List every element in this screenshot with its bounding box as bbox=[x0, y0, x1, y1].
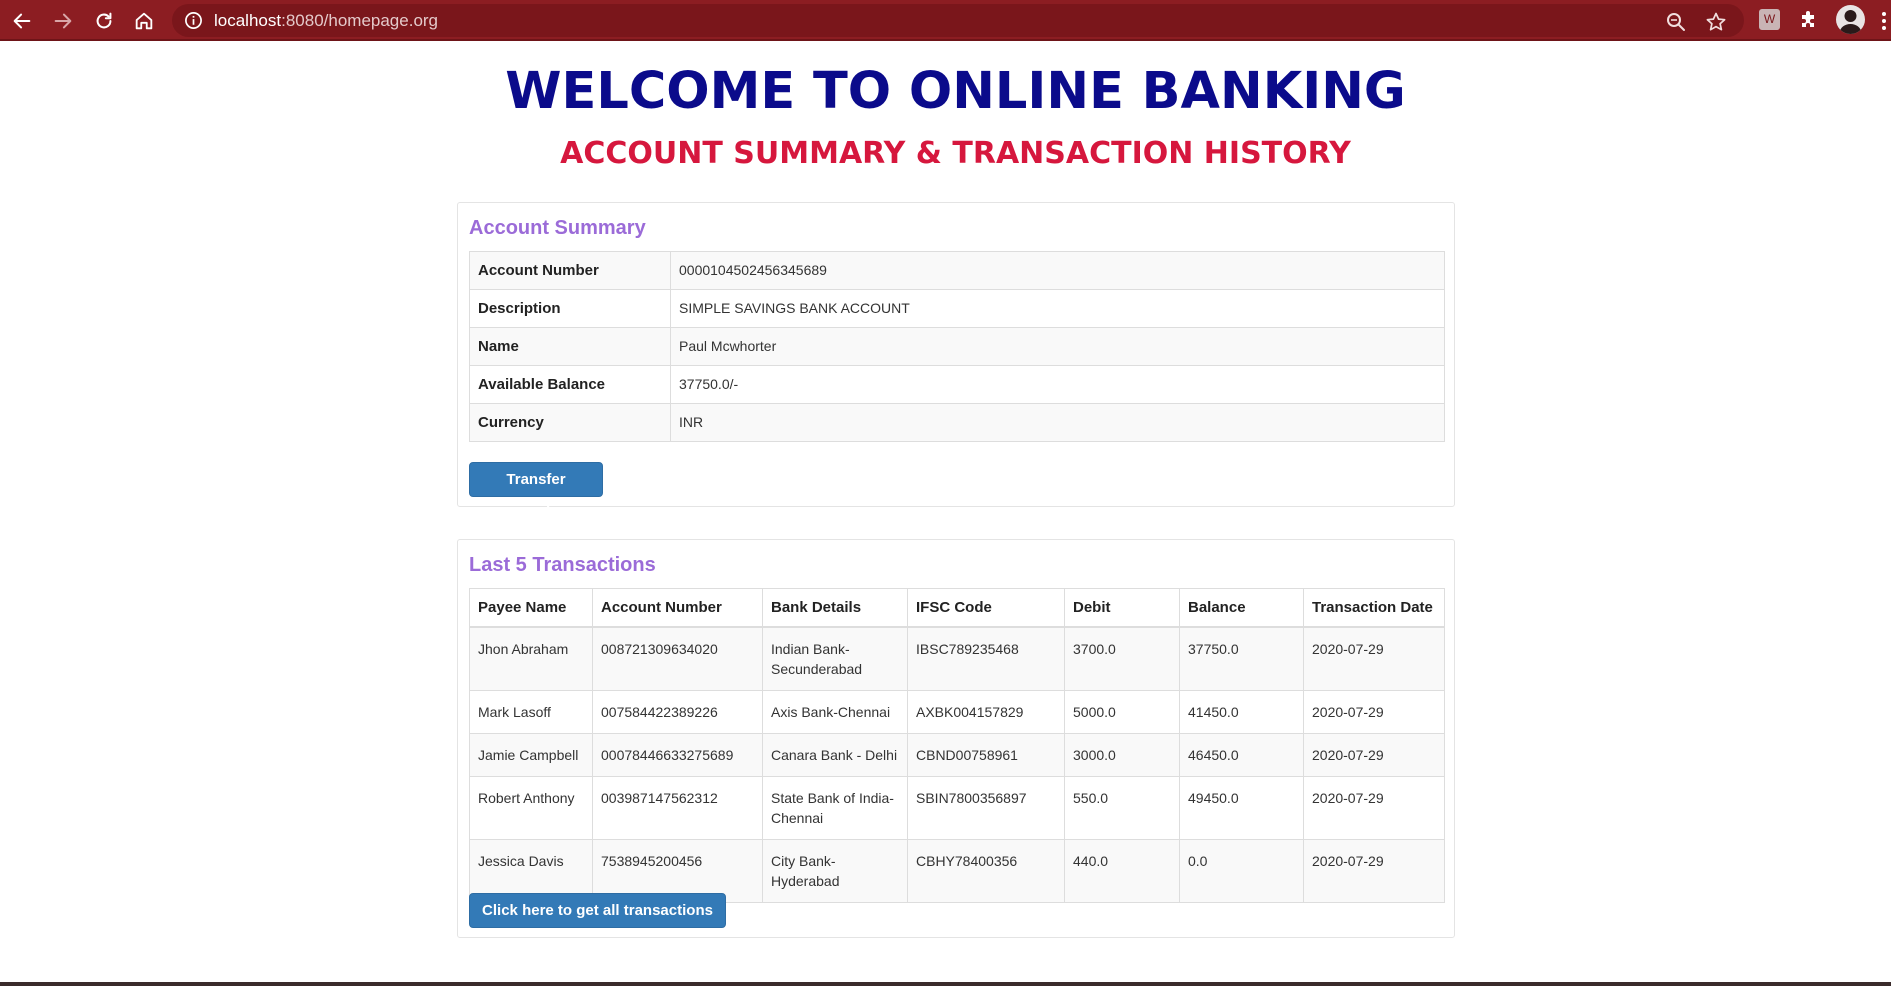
balance: 46450.0 bbox=[1179, 733, 1304, 777]
info-icon[interactable] bbox=[184, 11, 203, 30]
table-row: Description SIMPLE SAVINGS BANK ACCOUNT bbox=[469, 289, 1445, 328]
payee-name: Jamie Campbell bbox=[469, 733, 593, 777]
home-icon[interactable] bbox=[131, 8, 157, 34]
column-header: Debit bbox=[1064, 588, 1180, 628]
back-arrow-icon[interactable] bbox=[9, 8, 35, 34]
table-row: Robert Anthony 003987147562312 State Ban… bbox=[469, 776, 1445, 840]
bank-details: Indian Bank-Secunderabad bbox=[762, 626, 908, 691]
balance: 0.0 bbox=[1179, 839, 1304, 903]
column-header: Bank Details bbox=[762, 588, 908, 628]
url-host: localhost bbox=[214, 11, 282, 30]
column-header: Account Number bbox=[592, 588, 763, 628]
table-row: Currency INR bbox=[469, 403, 1445, 442]
payee-name: Robert Anthony bbox=[469, 776, 593, 840]
url-path: :8080/homepage.org bbox=[281, 11, 439, 30]
row-label: Description bbox=[469, 289, 671, 328]
ifsc-code: AXBK004157829 bbox=[907, 690, 1065, 734]
bottom-divider bbox=[0, 982, 1891, 986]
table-header-row: Payee Name Account Number Bank Details I… bbox=[469, 588, 1445, 628]
row-label: Currency bbox=[469, 403, 671, 442]
browser-toolbar: localhost:8080/homepage.org W bbox=[0, 0, 1891, 41]
ifsc-code: IBSC789235468 bbox=[907, 626, 1065, 691]
bank-details: City Bank-Hyderabad bbox=[762, 839, 908, 903]
get-all-transactions-button[interactable]: Click here to get all transactions bbox=[469, 893, 726, 928]
column-header: Payee Name bbox=[469, 588, 593, 628]
ifsc-code: SBIN7800356897 bbox=[907, 776, 1065, 840]
ifsc-code: CBHY78400356 bbox=[907, 839, 1065, 903]
transactions-table: Payee Name Account Number Bank Details I… bbox=[469, 588, 1445, 903]
transaction-date: 2020-07-29 bbox=[1303, 839, 1445, 903]
page-title: WELCOME TO ONLINE BANKING bbox=[505, 62, 1406, 121]
puzzle-icon[interactable] bbox=[1797, 7, 1821, 31]
table-row: Account Number 0000104502456345689 bbox=[469, 251, 1445, 290]
reload-icon[interactable] bbox=[91, 8, 117, 34]
bank-details: State Bank of India-Chennai bbox=[762, 776, 908, 840]
bank-details: Canara Bank - Delhi bbox=[762, 733, 908, 777]
transactions-panel: Last 5 Transactions Payee Name Account N… bbox=[457, 539, 1455, 938]
address-bar[interactable]: localhost:8080/homepage.org bbox=[172, 4, 1744, 37]
page-subtitle: ACCOUNT SUMMARY & TRANSACTION HISTORY bbox=[560, 136, 1351, 171]
forward-arrow-icon[interactable] bbox=[50, 8, 76, 34]
debit: 440.0 bbox=[1064, 839, 1180, 903]
row-value: Paul Mcwhorter bbox=[670, 327, 1445, 366]
transaction-date: 2020-07-29 bbox=[1303, 626, 1445, 691]
account-number: 00078446633275689 bbox=[592, 733, 763, 777]
row-value: INR bbox=[670, 403, 1445, 442]
table-row: Mark Lasoff 007584422389226 Axis Bank-Ch… bbox=[469, 690, 1445, 734]
table-row: Name Paul Mcwhorter bbox=[469, 327, 1445, 366]
payee-name: Jhon Abraham bbox=[469, 626, 593, 691]
row-label: Account Number bbox=[469, 251, 671, 290]
transactions-heading: Last 5 Transactions bbox=[469, 554, 656, 576]
row-value: 0000104502456345689 bbox=[670, 251, 1445, 290]
row-value: SIMPLE SAVINGS BANK ACCOUNT bbox=[670, 289, 1445, 328]
column-header: Balance bbox=[1179, 588, 1304, 628]
payee-name: Mark Lasoff bbox=[469, 690, 593, 734]
row-label: Available Balance bbox=[469, 365, 671, 404]
ifsc-code: CBND00758961 bbox=[907, 733, 1065, 777]
transaction-date: 2020-07-29 bbox=[1303, 690, 1445, 734]
debit: 550.0 bbox=[1064, 776, 1180, 840]
transaction-date: 2020-07-29 bbox=[1303, 733, 1445, 777]
url-text[interactable]: localhost:8080/homepage.org bbox=[214, 11, 438, 31]
table-row: Jhon Abraham 008721309634020 Indian Bank… bbox=[469, 626, 1445, 691]
menu-dots-icon[interactable] bbox=[1877, 9, 1891, 33]
column-header: Transaction Date bbox=[1303, 588, 1445, 628]
table-row: Available Balance 37750.0/- bbox=[469, 365, 1445, 404]
avatar-icon[interactable] bbox=[1836, 5, 1865, 34]
debit: 5000.0 bbox=[1064, 690, 1180, 734]
row-label: Name bbox=[469, 327, 671, 366]
zoom-icon[interactable] bbox=[1665, 11, 1687, 33]
extension-icon[interactable]: W bbox=[1759, 9, 1780, 30]
star-icon[interactable] bbox=[1705, 11, 1727, 33]
balance: 49450.0 bbox=[1179, 776, 1304, 840]
account-number: 007584422389226 bbox=[592, 690, 763, 734]
account-summary-heading: Account Summary bbox=[469, 217, 646, 239]
account-number: 003987147562312 bbox=[592, 776, 763, 840]
debit: 3700.0 bbox=[1064, 626, 1180, 691]
column-header: IFSC Code bbox=[907, 588, 1065, 628]
balance: 41450.0 bbox=[1179, 690, 1304, 734]
bank-details: Axis Bank-Chennai bbox=[762, 690, 908, 734]
account-number: 008721309634020 bbox=[592, 626, 763, 691]
transfer-funds-button[interactable]: Transfer Funds bbox=[469, 462, 603, 521]
debit: 3000.0 bbox=[1064, 733, 1180, 777]
transaction-date: 2020-07-29 bbox=[1303, 776, 1445, 840]
account-summary-panel: Account Summary Account Number 000010450… bbox=[457, 202, 1455, 521]
row-value: 37750.0/- bbox=[670, 365, 1445, 404]
table-row: Jamie Campbell 00078446633275689 Canara … bbox=[469, 733, 1445, 777]
account-summary-table: Account Number 0000104502456345689 Descr… bbox=[469, 251, 1445, 442]
balance: 37750.0 bbox=[1179, 626, 1304, 691]
